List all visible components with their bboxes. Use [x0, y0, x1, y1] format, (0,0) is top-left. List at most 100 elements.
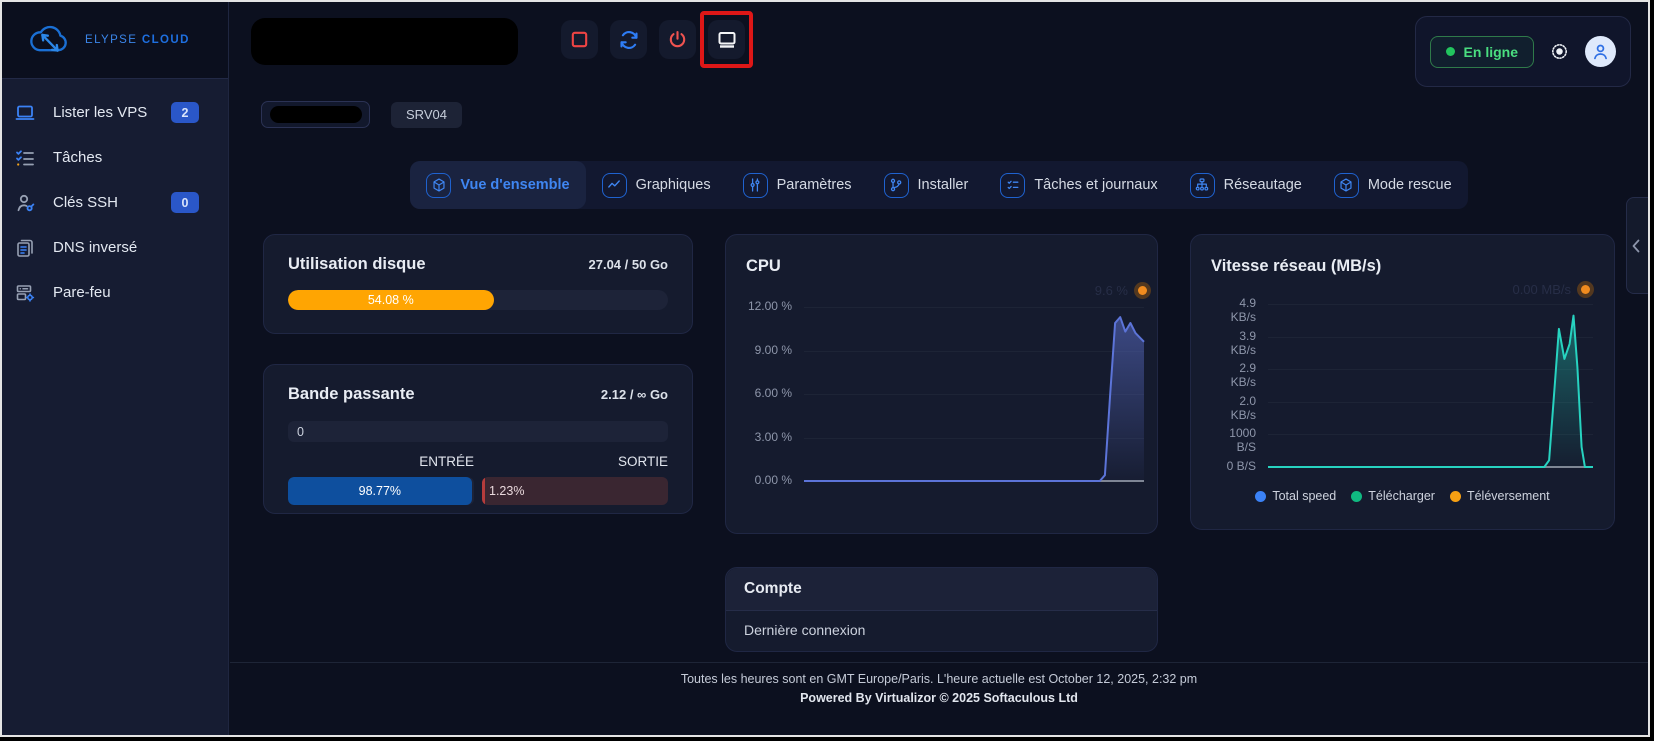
cpu-chart-title: CPU: [746, 257, 781, 276]
restart-icon: [618, 29, 640, 51]
column-middle: CPU 9.6 % 12.00 %9.00 %6.00 %3.00 %0.00 …: [725, 234, 1158, 652]
power-icon: [667, 29, 688, 50]
user-icon: [1591, 42, 1610, 61]
y-tick-label: 3.9 KB/s: [1211, 329, 1256, 357]
stop-button[interactable]: [561, 20, 598, 59]
tab-reseautage[interactable]: Réseautage: [1174, 161, 1318, 209]
cloud-logo-icon: [24, 19, 74, 61]
content: Utilisation disque 27.04 / 50 Go 54.08 %…: [263, 234, 1648, 652]
y-tick-label: 1000 B/S: [1211, 426, 1256, 454]
y-tick-label: 0 B/S: [1211, 459, 1256, 473]
y-tick-label: 4.9 KB/s: [1211, 296, 1256, 324]
cpu-current-value: 9.6 %: [1095, 283, 1147, 298]
marker-dot-icon: [1138, 286, 1147, 295]
sliders-icon: [743, 173, 768, 198]
power-off-button[interactable]: [659, 20, 696, 59]
vps-actions: [561, 20, 745, 59]
reverse-dns-icon: [14, 237, 36, 259]
theme-toggle-sun-icon[interactable]: [1548, 40, 1571, 63]
tab-installer[interactable]: Installer: [868, 161, 985, 209]
avatar[interactable]: [1585, 36, 1616, 67]
sortie-bar: 1.23%: [482, 477, 668, 505]
sidebar-item-pare-feu[interactable]: Pare-feu: [2, 270, 228, 315]
timezone-note: Toutes les heures sont en GMT Europe/Par…: [230, 672, 1648, 686]
y-tick-label: 9.00 %: [746, 343, 792, 357]
tabbar: Vue d'ensemble Graphiques Paramètres: [410, 161, 1467, 209]
drawer-toggle-handle[interactable]: [1626, 197, 1648, 294]
tab-label: Paramètres: [777, 177, 852, 193]
y-tick-label: 0.00 %: [746, 473, 792, 487]
entree-label: ENTRÉE: [288, 454, 474, 469]
account-card-title: Compte: [726, 568, 1157, 611]
sortie-percent-label: 1.23%: [489, 484, 524, 498]
account-card: Compte Dernière connexion: [725, 567, 1158, 652]
y-tick-label: 2.0 KB/s: [1211, 394, 1256, 422]
last-login-row[interactable]: Dernière connexion: [726, 611, 1157, 651]
cpu-series: [804, 307, 1144, 481]
brand-name: ELYPSE CLOUD: [85, 34, 190, 46]
bandwidth-counter: 0: [297, 425, 304, 439]
legend-item: Téléversement: [1450, 489, 1550, 503]
sidebar-item-dns-inverse[interactable]: DNS inversé: [2, 225, 228, 270]
disk-card-title: Utilisation disque: [288, 255, 426, 274]
laptop-icon: [14, 102, 36, 124]
tab-label: Tâches et journaux: [1034, 177, 1157, 193]
disk-usage-card: Utilisation disque 27.04 / 50 Go 54.08 %: [263, 234, 693, 334]
disk-usage-fill: 54.08 %: [288, 290, 494, 310]
sortie-fill: [482, 477, 485, 505]
ssh-count-badge: 0: [171, 192, 199, 213]
user-cluster: En ligne: [1415, 16, 1631, 87]
y-tick-label: 6.00 %: [746, 386, 792, 400]
list-check-icon: [1000, 173, 1025, 198]
task-list-icon: [14, 147, 36, 169]
tab-graphiques[interactable]: Graphiques: [586, 161, 727, 209]
git-branch-icon: [884, 173, 909, 198]
legend-item: Télécharger: [1351, 489, 1435, 503]
y-tick-label: 3.00 %: [746, 430, 792, 444]
legend-item: Total speed: [1255, 489, 1336, 503]
sidebar-item-label: Lister les VPS: [53, 104, 147, 121]
tab-parametres[interactable]: Paramètres: [727, 161, 868, 209]
tag-row: SRV04: [261, 101, 1648, 128]
legend-dot-icon: [1450, 491, 1461, 502]
status-badge[interactable]: En ligne: [1430, 36, 1534, 68]
network-current-value: 0.00 MB/s: [1512, 282, 1590, 297]
entree-bar: 98.77%: [288, 477, 474, 505]
tab-taches-et-journaux[interactable]: Tâches et journaux: [984, 161, 1173, 209]
tab-vue-densemble[interactable]: Vue d'ensemble: [410, 161, 585, 209]
cube-icon: [426, 173, 451, 198]
online-dot-icon: [1446, 47, 1455, 56]
cpu-chart-card: CPU 9.6 % 12.00 %9.00 %6.00 %3.00 %0.00 …: [725, 234, 1158, 534]
ssh-key-icon: [14, 192, 36, 214]
sidebar-item-label: Clés SSH: [53, 194, 118, 211]
powered-by: Powered By Virtualizor © 2025 Softaculou…: [230, 691, 1648, 705]
sidebar-item-label: DNS inversé: [53, 239, 137, 256]
chevron-left-icon: [1631, 238, 1641, 254]
sortie-label: SORTIE: [482, 454, 668, 469]
bandwidth-card: Bande passante 2.12 / ∞ Go 0 ENTRÉE SORT…: [263, 364, 693, 514]
bandwidth-value: 2.12 / ∞ Go: [601, 387, 668, 402]
vps-count-badge: 2: [171, 102, 199, 123]
main-area: En ligne SRV04: [230, 2, 1648, 735]
network-chart-card: Vitesse réseau (MB/s) 0.00 MB/s 4.9 KB/s…: [1190, 234, 1615, 530]
tab-label: Vue d'ensemble: [460, 177, 569, 193]
topbar: En ligne: [251, 16, 1631, 92]
network-series: [1268, 304, 1593, 467]
console-button[interactable]: [708, 20, 745, 59]
sidebar-item-taches[interactable]: Tâches: [2, 135, 228, 180]
network-icon: [1190, 173, 1215, 198]
console-button-wrapper: [708, 20, 745, 59]
sidebar-item-label: Tâches: [53, 149, 102, 166]
tab-mode-rescue[interactable]: Mode rescue: [1318, 161, 1468, 209]
sidebar-nav: Lister les VPS 2 Tâches: [2, 79, 228, 315]
console-icon: [716, 29, 738, 51]
network-chart: 4.9 KB/s3.9 KB/s2.9 KB/s2.0 KB/s1000 B/S…: [1211, 304, 1593, 467]
sidebar: ELYPSE CLOUD Lister les VPS 2: [2, 2, 229, 735]
logo-area: ELYPSE CLOUD: [2, 2, 228, 79]
sidebar-item-cles-ssh[interactable]: Clés SSH 0: [2, 180, 228, 225]
stop-icon: [569, 29, 590, 50]
footer: Toutes les heures sont en GMT Europe/Par…: [230, 662, 1648, 705]
sidebar-item-lister-les-vps[interactable]: Lister les VPS 2: [2, 90, 228, 135]
tab-label: Graphiques: [636, 177, 711, 193]
restart-button[interactable]: [610, 20, 647, 59]
